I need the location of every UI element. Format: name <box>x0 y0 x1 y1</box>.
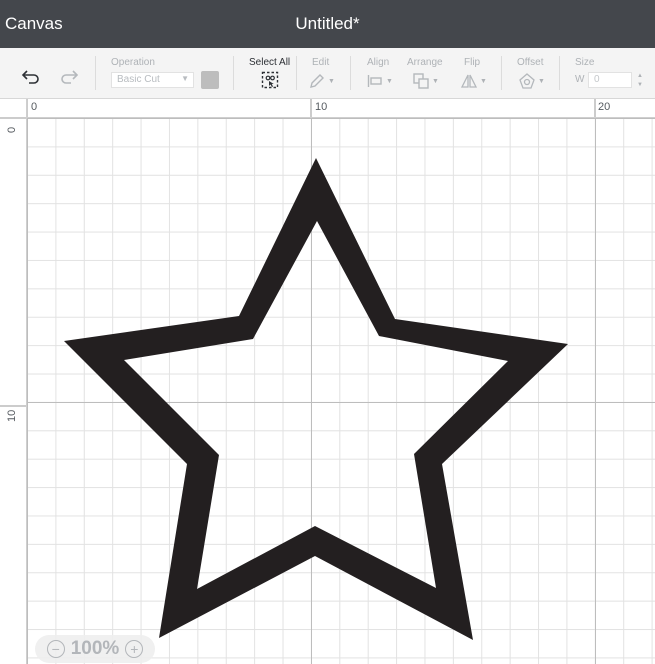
design-canvas[interactable] <box>27 118 655 664</box>
zoom-level: 100% <box>70 638 120 659</box>
offset-button[interactable]: ▼ <box>518 72 545 90</box>
toolbar-divider <box>233 56 234 90</box>
flip-icon <box>460 74 478 88</box>
operation-select[interactable]: Basic Cut ▼ <box>111 72 194 88</box>
offset-icon <box>519 73 535 89</box>
align-label: Align <box>367 57 390 68</box>
select-all-icon <box>261 71 279 89</box>
width-label: W <box>575 74 585 85</box>
zoom-in-button[interactable]: + <box>125 640 144 658</box>
chevron-down-icon: ▼ <box>386 77 393 85</box>
undo-button[interactable] <box>19 66 43 86</box>
width-input[interactable]: 0 <box>588 72 632 88</box>
toolbar-divider <box>559 56 560 90</box>
chevron-down-icon: ▼ <box>432 77 439 85</box>
chevron-down-icon: ▼ <box>181 74 189 83</box>
horizontal-ruler: 0 10 20 <box>0 99 655 118</box>
pencil-icon <box>310 74 324 88</box>
ruler-label: 10 <box>6 409 18 422</box>
undo-icon <box>21 70 39 84</box>
redo-button[interactable] <box>57 66 81 86</box>
star-shape[interactable] <box>27 118 655 664</box>
operation-label: Operation <box>111 57 155 68</box>
document-title[interactable]: Untitled* <box>0 14 655 34</box>
toolbar-divider <box>501 56 502 90</box>
chevron-down-icon: ▼ <box>328 77 335 85</box>
align-left-icon <box>367 75 382 87</box>
zoom-out-button[interactable]: − <box>46 640 65 658</box>
toolbar: Operation Basic Cut ▼ Select All Edit ▼ … <box>0 48 655 99</box>
arrange-icon <box>413 73 429 89</box>
offset-label: Offset <box>517 57 544 68</box>
ruler-ticks <box>26 99 596 117</box>
minus-icon: − <box>51 641 60 657</box>
size-label: Size <box>575 57 595 68</box>
plus-icon: + <box>130 641 139 657</box>
operation-value: Basic Cut <box>117 74 160 85</box>
redo-icon <box>61 70 79 84</box>
align-button[interactable]: ▼ <box>366 72 393 90</box>
edit-button[interactable]: ▼ <box>308 72 335 90</box>
select-all-label: Select All <box>249 57 291 68</box>
ruler-label: 20 <box>598 101 611 113</box>
arrange-label: Arrange <box>407 57 443 68</box>
arrange-button[interactable]: ▼ <box>412 72 439 90</box>
ruler-ticks <box>0 117 26 407</box>
toolbar-divider <box>95 56 96 90</box>
zoom-control: − 100% + <box>35 635 155 663</box>
ruler-label: 10 <box>315 101 328 113</box>
select-all-button[interactable] <box>260 70 280 90</box>
toolbar-divider <box>350 56 351 90</box>
vertical-ruler: 0 10 <box>0 99 27 664</box>
operation-color-swatch[interactable] <box>201 71 219 89</box>
title-bar: Canvas Untitled* <box>0 0 655 48</box>
edit-label: Edit <box>312 57 330 68</box>
chevron-down-icon: ▼ <box>538 77 545 85</box>
ruler-label: 0 <box>6 126 18 133</box>
flip-label: Flip <box>464 57 481 68</box>
chevron-down-icon: ▼ <box>480 77 487 85</box>
ruler-label: 0 <box>31 101 38 113</box>
flip-button[interactable]: ▼ <box>460 72 487 90</box>
width-stepper[interactable]: ▲ ▼ <box>635 72 645 90</box>
toolbar-divider <box>296 56 297 90</box>
